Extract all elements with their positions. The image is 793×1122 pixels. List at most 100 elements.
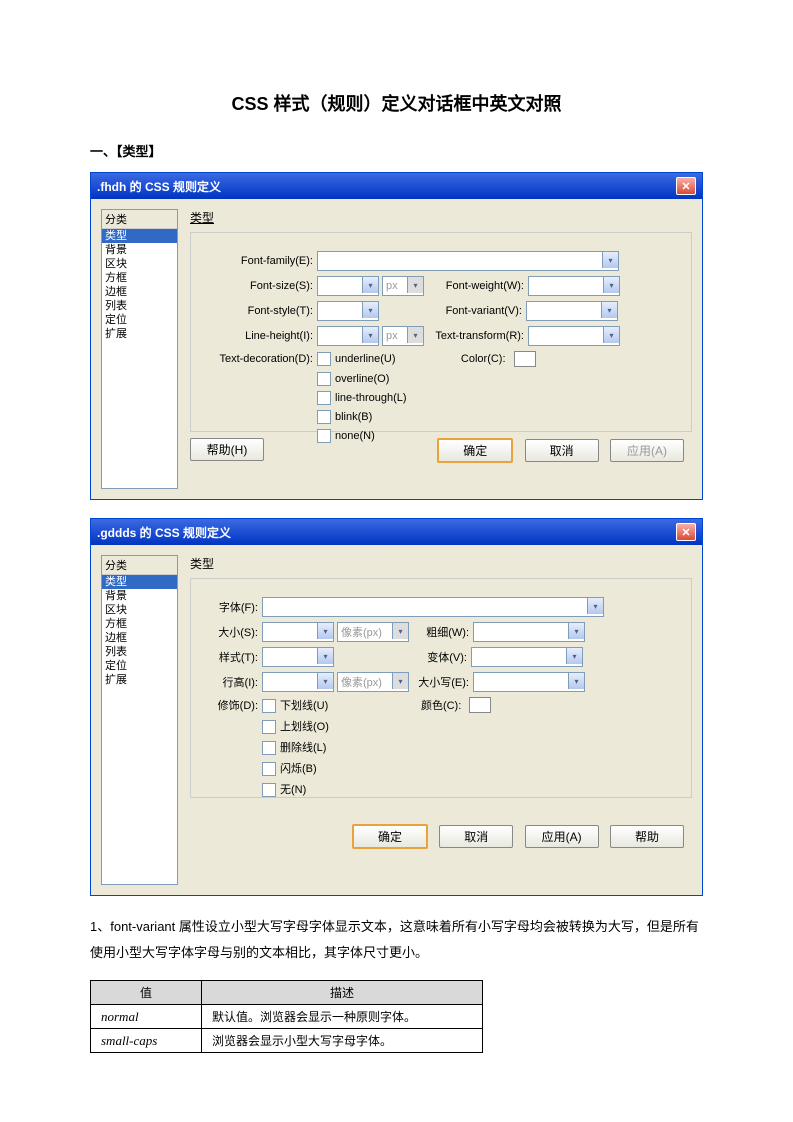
category-sidebar[interactable]: 分类 类型 背景 区块 方框 边框 列表 定位 扩展: [101, 209, 178, 489]
text-transform-combo[interactable]: [528, 326, 620, 346]
none-checkbox[interactable]: [262, 783, 276, 797]
sidebar-item[interactable]: 列表: [102, 299, 177, 313]
sidebar-item[interactable]: 类型: [102, 229, 177, 243]
font-size-combo[interactable]: [317, 276, 379, 296]
font-style-combo[interactable]: [317, 301, 379, 321]
underline-checkbox[interactable]: [262, 699, 276, 713]
label-font-weight: Font-weight(W):: [424, 280, 528, 292]
label-font-size: Font-size(S):: [203, 280, 317, 292]
sidebar-header: 分类: [102, 210, 177, 229]
weight-combo[interactable]: [473, 622, 585, 642]
td-value: normal: [91, 1005, 202, 1029]
panel-title: 类型: [190, 555, 692, 572]
dialog-cn: .gddds 的 CSS 规则定义 ✕ 分类 类型 背景 区块 方框 边框 列表…: [90, 518, 703, 896]
strike-label: 删除线(L): [280, 742, 326, 754]
underline-checkbox[interactable]: [317, 352, 331, 366]
label-text-decoration: Text-decoration(D):: [203, 353, 317, 365]
label-text-transform: Text-transform(R):: [424, 330, 528, 342]
close-icon[interactable]: ✕: [676, 523, 696, 541]
sidebar-item[interactable]: 类型: [102, 575, 177, 589]
panel-title: 类型: [190, 209, 692, 226]
sidebar-item[interactable]: 背景: [102, 589, 177, 603]
label-variant: 变体(V):: [407, 649, 471, 665]
size-unit[interactable]: 像素(px): [337, 622, 409, 642]
help-button[interactable]: 帮助: [610, 825, 684, 848]
cancel-button[interactable]: 取消: [439, 825, 513, 848]
font-size-unit[interactable]: px: [382, 276, 424, 296]
underline-label: underline(U): [335, 353, 396, 365]
label-case: 大小写(E):: [409, 674, 473, 690]
titlebar: .gddds 的 CSS 规则定义 ✕: [91, 519, 702, 545]
th-value: 值: [91, 981, 202, 1005]
label-style: 样式(T):: [203, 649, 262, 665]
label-weight: 粗细(W):: [409, 624, 473, 640]
sidebar-item[interactable]: 边框: [102, 285, 177, 299]
font-variant-combo[interactable]: [526, 301, 618, 321]
sidebar-item[interactable]: 定位: [102, 659, 177, 673]
dialog-title: .fhdh 的 CSS 规则定义: [97, 178, 221, 195]
dialog-en: .fhdh 的 CSS 规则定义 ✕ 分类 类型 背景 区块 方框 边框 列表 …: [90, 172, 703, 500]
none-checkbox[interactable]: [317, 429, 331, 443]
ok-button[interactable]: 确定: [352, 824, 428, 849]
blink-checkbox[interactable]: [262, 762, 276, 776]
blink-label: blink(B): [335, 411, 372, 423]
label-line-height: 行高(I):: [203, 674, 262, 690]
note-text: 1、font-variant 属性设立小型大写字母字体显示文本，这意味着所有小写…: [90, 914, 703, 966]
section-heading: 一、【类型】: [90, 141, 703, 160]
strike-checkbox[interactable]: [262, 741, 276, 755]
sidebar-item[interactable]: 定位: [102, 313, 177, 327]
titlebar: .fhdh 的 CSS 规则定义 ✕: [91, 173, 702, 199]
label-color: 颜色(C):: [401, 697, 465, 713]
line-height-combo[interactable]: [317, 326, 379, 346]
label-font-variant: Font-variant(V):: [422, 305, 526, 317]
category-sidebar[interactable]: 分类 类型 背景 区块 方框 边框 列表 定位 扩展: [101, 555, 178, 885]
none-label: 无(N): [280, 784, 306, 796]
variant-combo[interactable]: [471, 647, 583, 667]
style-combo[interactable]: [262, 647, 334, 667]
color-swatch[interactable]: [469, 697, 491, 713]
sidebar-item[interactable]: 背景: [102, 243, 177, 257]
underline-label: 下划线(U): [280, 700, 328, 712]
font-family-combo[interactable]: [317, 251, 619, 271]
font-combo[interactable]: [262, 597, 604, 617]
th-desc: 描述: [202, 981, 483, 1005]
apply-button[interactable]: 应用(A): [525, 825, 599, 848]
close-icon[interactable]: ✕: [676, 177, 696, 195]
label-font-family: Font-family(E):: [203, 255, 317, 267]
label-decoration: 修饰(D):: [203, 697, 262, 713]
blink-label: 闪烁(B): [280, 763, 317, 775]
sidebar-item[interactable]: 扩展: [102, 327, 177, 341]
overline-checkbox[interactable]: [262, 720, 276, 734]
line-height-unit[interactable]: 像素(px): [337, 672, 409, 692]
label-color: Color(C):: [449, 353, 510, 365]
sidebar-item[interactable]: 方框: [102, 271, 177, 285]
line-through-label: line-through(L): [335, 392, 407, 404]
label-line-height: Line-height(I):: [203, 330, 317, 342]
label-size: 大小(S):: [203, 624, 262, 640]
case-combo[interactable]: [473, 672, 585, 692]
line-height-combo[interactable]: [262, 672, 334, 692]
overline-label: 上划线(O): [280, 721, 329, 733]
sidebar-item[interactable]: 区块: [102, 257, 177, 271]
font-weight-combo[interactable]: [528, 276, 620, 296]
sidebar-item[interactable]: 列表: [102, 645, 177, 659]
size-combo[interactable]: [262, 622, 334, 642]
sidebar-header: 分类: [102, 556, 177, 575]
dialog-title: .gddds 的 CSS 规则定义: [97, 524, 231, 541]
color-swatch[interactable]: [514, 351, 536, 367]
sidebar-item[interactable]: 区块: [102, 603, 177, 617]
td-value: small-caps: [91, 1029, 202, 1053]
td-desc: 浏览器会显示小型大写字母字体。: [202, 1029, 483, 1053]
sidebar-item[interactable]: 边框: [102, 631, 177, 645]
sidebar-item[interactable]: 方框: [102, 617, 177, 631]
label-font-style: Font-style(T):: [203, 305, 317, 317]
overline-label: overline(O): [335, 373, 389, 385]
td-desc: 默认值。浏览器会显示一种原则字体。: [202, 1005, 483, 1029]
label-font: 字体(F):: [203, 599, 262, 615]
sidebar-item[interactable]: 扩展: [102, 673, 177, 687]
line-height-unit[interactable]: px: [382, 326, 424, 346]
description-table: 值 描述 normal 默认值。浏览器会显示一种原则字体。 small-caps…: [90, 980, 483, 1053]
line-through-checkbox[interactable]: [317, 391, 331, 405]
overline-checkbox[interactable]: [317, 372, 331, 386]
blink-checkbox[interactable]: [317, 410, 331, 424]
